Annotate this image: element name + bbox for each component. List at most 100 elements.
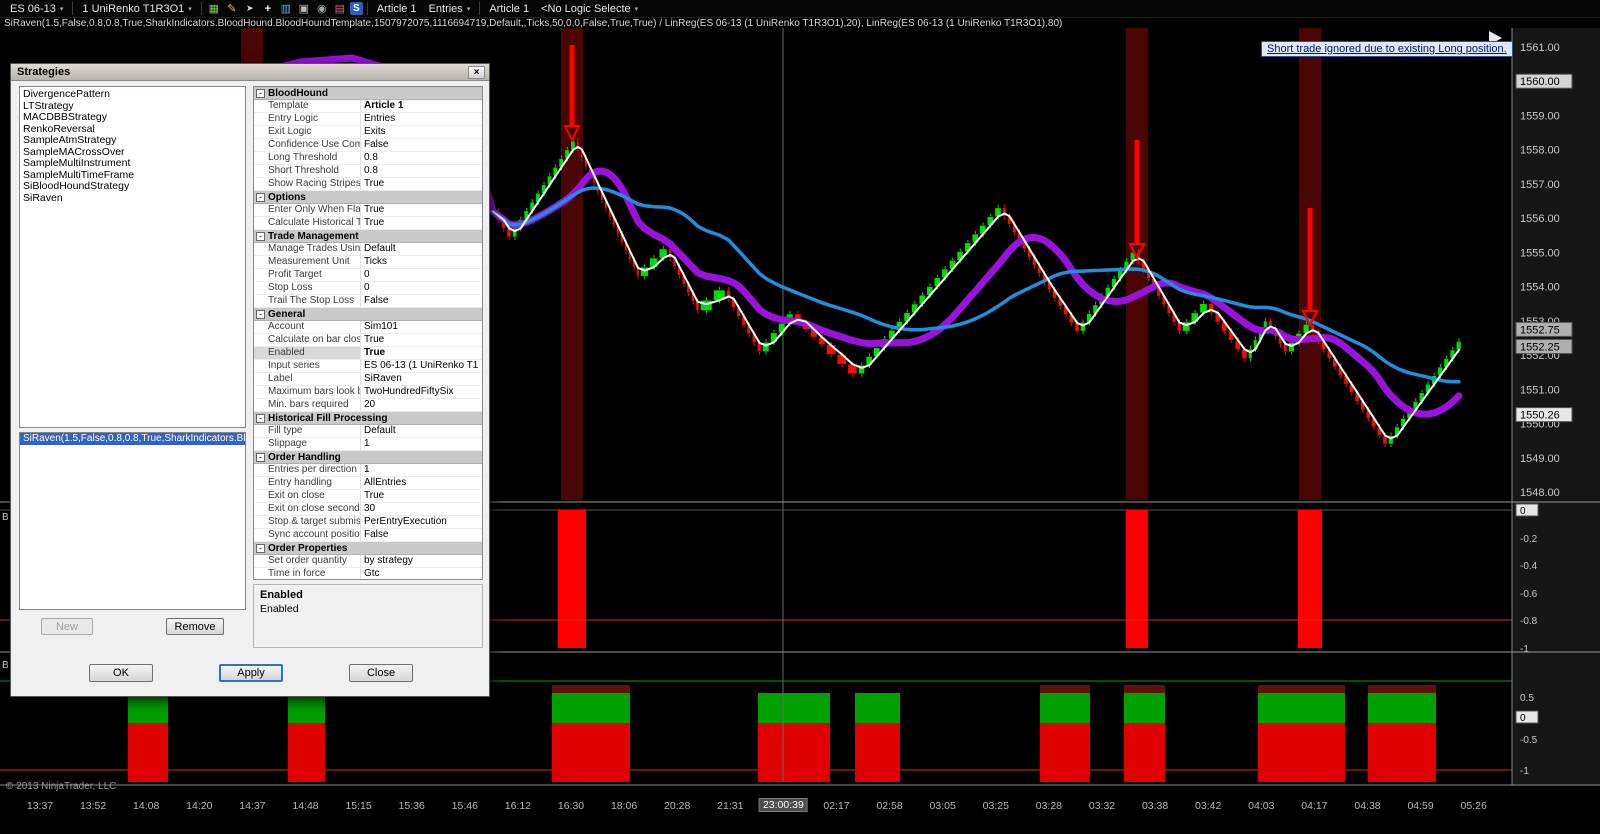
panels-icon[interactable]: ▣ xyxy=(296,1,312,16)
collapse-icon[interactable]: - xyxy=(256,88,265,98)
property-row[interactable]: Calculate Historical Tr True xyxy=(254,217,482,230)
property-row[interactable]: Enabled True xyxy=(254,347,482,360)
time-axis[interactable]: 13:37 13:52 14:08 14:20 14:37 14:48 15:15 15:36… xyxy=(0,797,1600,819)
strategy-list-item[interactable]: MACDBBStrategy xyxy=(20,112,245,124)
property-value[interactable]: AllEntries xyxy=(361,477,482,489)
property-value[interactable]: Default xyxy=(361,243,482,255)
strategy-list-item[interactable]: RenkoReversal xyxy=(20,124,245,136)
property-section-header[interactable]: - Options xyxy=(254,191,482,204)
property-row[interactable]: Time in force Gtc xyxy=(254,568,482,579)
strategy-list-item[interactable]: SampleAtmStrategy xyxy=(20,135,245,147)
strategy-list-item[interactable]: SampleMultiInstrument xyxy=(20,158,245,170)
collapse-icon[interactable]: - xyxy=(256,231,265,241)
property-row[interactable]: Profit Target 0 xyxy=(254,269,482,282)
property-value[interactable]: TwoHundredFiftySix xyxy=(361,386,482,398)
property-value[interactable]: 1 xyxy=(361,464,482,476)
property-value[interactable]: True xyxy=(361,490,482,502)
property-row[interactable]: Input series ES 06-13 (1 UniRenko T1 xyxy=(254,360,482,373)
strategy-list-item[interactable]: SampleMACrossOver xyxy=(20,147,245,159)
property-value[interactable]: Article 1 xyxy=(361,100,482,112)
indicators-icon[interactable]: ▥ xyxy=(278,1,294,16)
property-value[interactable]: ES 06-13 (1 UniRenko T1 xyxy=(361,360,482,372)
property-value[interactable]: PerEntryExecution xyxy=(361,516,482,528)
property-value[interactable]: True xyxy=(361,334,482,346)
draw-icon[interactable]: ✎ xyxy=(224,1,240,16)
property-row[interactable]: Label SiRaven xyxy=(254,373,482,386)
property-value[interactable]: by strategy xyxy=(361,555,482,567)
property-value[interactable]: 0 xyxy=(361,269,482,281)
property-row[interactable]: Min. bars required 20 xyxy=(254,399,482,412)
property-value[interactable]: Entries xyxy=(361,113,482,125)
property-row[interactable]: Short Threshold 0.8 xyxy=(254,165,482,178)
close-button[interactable]: Close xyxy=(349,664,413,682)
property-row[interactable]: Sync account position False xyxy=(254,529,482,542)
crosshair-icon[interactable]: + xyxy=(260,1,276,16)
property-value[interactable]: True xyxy=(361,347,482,359)
property-row[interactable]: Show Racing Stripes True xyxy=(254,178,482,191)
property-section-header[interactable]: - Trade Management xyxy=(254,230,482,243)
collapse-icon[interactable]: - xyxy=(256,192,265,202)
instrument-selector[interactable]: ES 06-13 ▾ xyxy=(4,1,69,17)
property-row[interactable]: Template Article 1 xyxy=(254,100,482,113)
collapse-icon[interactable]: - xyxy=(256,452,265,462)
property-value[interactable]: 0 xyxy=(361,282,482,294)
chart-style-icon[interactable]: ▦ xyxy=(206,1,222,16)
collapse-icon[interactable]: - xyxy=(256,309,265,319)
property-value[interactable]: Default xyxy=(361,425,482,437)
property-row[interactable]: Calculate on bar close True xyxy=(254,334,482,347)
property-row[interactable]: Exit on close True xyxy=(254,490,482,503)
property-value[interactable]: 30 xyxy=(361,503,482,515)
property-section-header[interactable]: - Order Handling xyxy=(254,451,482,464)
calendar-icon[interactable]: ▤ xyxy=(332,1,348,16)
strategy-list-item[interactable]: DivergencePattern xyxy=(20,89,245,101)
property-row[interactable]: Entry handling AllEntries xyxy=(254,477,482,490)
property-value[interactable]: Ticks xyxy=(361,256,482,268)
property-value[interactable]: True xyxy=(361,204,482,216)
property-value[interactable]: 0.8 xyxy=(361,165,482,177)
property-value[interactable]: SiRaven xyxy=(361,373,482,385)
strategy-list-item[interactable]: LTStrategy xyxy=(20,101,245,113)
new-button[interactable]: New xyxy=(41,618,93,635)
property-section-header[interactable]: - Order Properties xyxy=(254,542,482,555)
property-row[interactable]: Fill type Default xyxy=(254,425,482,438)
property-value[interactable]: 1 xyxy=(361,438,482,450)
property-value[interactable]: False xyxy=(361,529,482,541)
property-value[interactable]: 0.8 xyxy=(361,152,482,164)
property-value[interactable]: Sim101 xyxy=(361,321,482,333)
property-row[interactable]: Exit on close seconds 30 xyxy=(254,503,482,516)
property-row[interactable]: Maximum bars look ba TwoHundredFiftySix xyxy=(254,386,482,399)
configured-strategy-item[interactable]: SiRaven(1.5,False,0.8,0.8,True,SharkIndi… xyxy=(20,433,245,445)
ok-button[interactable]: OK xyxy=(89,664,153,682)
property-row[interactable]: Entries per direction 1 xyxy=(254,464,482,477)
strategy-list-item[interactable]: SampleMultiTimeFrame xyxy=(20,170,245,182)
property-value[interactable]: True xyxy=(361,217,482,229)
property-value[interactable]: True xyxy=(361,178,482,190)
remove-button[interactable]: Remove xyxy=(166,618,224,635)
collapse-icon[interactable]: - xyxy=(256,413,265,423)
property-row[interactable]: Stop Loss 0 xyxy=(254,282,482,295)
snapshot-icon[interactable]: ◉ xyxy=(314,1,330,16)
property-row[interactable]: Trail The Stop Loss False xyxy=(254,295,482,308)
dialog-titlebar[interactable]: Strategies × xyxy=(11,64,489,81)
property-row[interactable]: Entry Logic Entries xyxy=(254,113,482,126)
property-row[interactable]: Slippage 1 xyxy=(254,438,482,451)
collapse-icon[interactable]: - xyxy=(256,543,265,553)
strategy-list-item[interactable]: SiRaven xyxy=(20,193,245,205)
entry-logic-selector[interactable]: Entries ▾ xyxy=(423,1,477,17)
property-row[interactable]: Account Sim101 xyxy=(254,321,482,334)
cursor-icon[interactable]: ➤ xyxy=(242,1,258,16)
property-section-header[interactable]: - Historical Fill Processing xyxy=(254,412,482,425)
property-value[interactable]: Exits xyxy=(361,126,482,138)
property-row[interactable]: Set order quantity by strategy xyxy=(254,555,482,568)
property-row[interactable]: Confidence Use CompaFalse xyxy=(254,139,482,152)
property-row[interactable]: Enter Only When Flat True xyxy=(254,204,482,217)
strategy-list-item[interactable]: SiBloodHoundStrategy xyxy=(20,181,245,193)
property-row[interactable]: Manage Trades Using Default xyxy=(254,243,482,256)
strategy-icon[interactable]: S xyxy=(349,2,363,15)
property-row[interactable]: Stop & target submissi PerEntryExecution xyxy=(254,516,482,529)
close-icon[interactable]: × xyxy=(468,66,485,79)
property-value[interactable]: 20 xyxy=(361,399,482,411)
property-row[interactable]: Exit Logic Exits xyxy=(254,126,482,139)
property-section-header[interactable]: - General xyxy=(254,308,482,321)
property-value[interactable]: False xyxy=(361,295,482,307)
